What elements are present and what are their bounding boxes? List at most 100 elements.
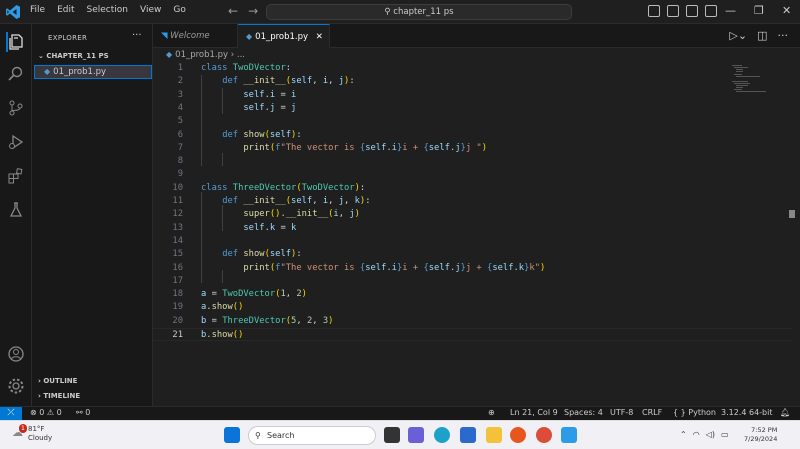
problems-indicator[interactable]: ⊗ 0 ⚠ 0	[30, 408, 62, 417]
file-explorer-icon[interactable]	[486, 427, 502, 443]
wifi-icon[interactable]: ◠	[693, 430, 700, 439]
folder-chapter-11[interactable]: ⌄ CHAPTER_11 PS	[38, 52, 109, 60]
settings-gear-icon[interactable]	[6, 376, 26, 396]
testing-icon[interactable]	[6, 200, 26, 220]
line-number: 10	[172, 182, 183, 193]
line-number: 13	[172, 222, 183, 233]
ports-indicator[interactable]: ⚯ 0	[76, 408, 90, 417]
task-view-icon[interactable]	[384, 427, 400, 443]
more-actions-icon[interactable]: ···	[132, 30, 142, 41]
line-number: 8	[177, 156, 183, 167]
outline-section[interactable]: › OUTLINE	[38, 377, 77, 385]
code-line[interactable]: 9	[153, 168, 793, 181]
code-line[interactable]: 17	[153, 275, 793, 288]
code-editor[interactable]: 1 class TwoDVector: 2 def __init__(self, i…	[153, 62, 793, 406]
code-line[interactable]: 7 print(f"The vector is {self.i}i + {sel…	[153, 142, 793, 155]
timeline-label: TIMELINE	[43, 392, 81, 400]
close-tab-icon[interactable]: ✕	[316, 32, 323, 42]
toggle-secondary-sidebar-icon[interactable]	[686, 5, 698, 17]
microsoft-store-icon[interactable]	[460, 427, 476, 443]
source-control-icon[interactable]	[6, 98, 26, 118]
split-editor-icon[interactable]: ◫	[757, 29, 767, 42]
menu-selection[interactable]: Selection	[87, 5, 128, 15]
customize-layout-icon[interactable]	[705, 5, 717, 17]
code-line[interactable]: 6 def show(self):	[153, 129, 793, 142]
extensions-icon[interactable]	[6, 166, 26, 186]
chevron-up-icon[interactable]: ⌃	[680, 430, 687, 439]
chat-app-icon[interactable]	[408, 427, 424, 443]
search-view-icon[interactable]	[6, 64, 26, 84]
edge-browser-icon[interactable]	[434, 427, 450, 443]
breadcrumb-file[interactable]: 01_prob1.py	[175, 50, 228, 60]
menu-bar: File Edit Selection View Go	[30, 5, 186, 15]
code-line[interactable]: 13 self.k = k	[153, 222, 793, 235]
line-number: 15	[172, 249, 183, 260]
file-item-01-prob1[interactable]: ◆ 01_prob1.py	[34, 65, 152, 79]
back-arrow-icon[interactable]: ←	[228, 4, 238, 18]
menu-view[interactable]: View	[140, 5, 161, 15]
code-line[interactable]: 14	[153, 235, 793, 248]
code-line[interactable]: 5	[153, 115, 793, 128]
menu-edit[interactable]: Edit	[57, 5, 74, 15]
scrollbar-thumb[interactable]	[789, 210, 795, 218]
python-interpreter[interactable]: 3.12.4 64-bit	[721, 408, 773, 417]
code-line[interactable]: 8	[153, 155, 793, 168]
account-icon[interactable]	[6, 344, 26, 364]
menu-file[interactable]: File	[30, 5, 45, 15]
notifications-bell-icon[interactable]: 🔔︎	[780, 408, 790, 417]
toggle-sidebar-icon[interactable]	[648, 5, 660, 17]
code-line[interactable]: 21 b.show()	[153, 328, 793, 341]
command-center-search[interactable]: ⚲ chapter_11 ps	[266, 4, 572, 20]
code-line[interactable]: 4 self.j = j	[153, 102, 793, 115]
more-actions-icon[interactable]: ···	[778, 29, 789, 42]
windows-start-icon[interactable]	[224, 427, 240, 443]
minimap[interactable]	[730, 64, 770, 94]
firefox-icon[interactable]	[510, 427, 526, 443]
restore-button[interactable]: ❐	[754, 4, 764, 17]
taskbar-search[interactable]: ⚲ Search	[248, 426, 376, 445]
tab-welcome[interactable]: ◥ Welcome	[153, 24, 238, 48]
code-line[interactable]: 10 class ThreeDVector(TwoDVector):	[153, 182, 793, 195]
code-line[interactable]: 15 def show(self):	[153, 248, 793, 261]
remote-indicator-icon[interactable]: ⤫	[0, 407, 22, 421]
tab-01-prob1[interactable]: ◆ 01_prob1.py ✕	[238, 24, 330, 48]
code-line[interactable]: 3 self.i = i	[153, 89, 793, 102]
forward-arrow-icon[interactable]: →	[248, 4, 258, 18]
toggle-panel-icon[interactable]	[667, 5, 679, 17]
zoom-icon[interactable]: ⊕	[488, 408, 495, 417]
code-line[interactable]: 20 b = ThreeDVector(5, 2, 3)	[153, 315, 793, 328]
cursor-position[interactable]: Ln 21, Col 9	[510, 408, 558, 417]
code-line[interactable]: 2 def __init__(self, i, j):	[153, 75, 793, 88]
minimize-button[interactable]: —	[725, 4, 736, 17]
battery-icon[interactable]: ▭	[721, 430, 729, 439]
chrome-icon[interactable]	[536, 427, 552, 443]
outline-label: OUTLINE	[43, 377, 78, 385]
language-mode[interactable]: { } Python	[673, 408, 716, 417]
run-python-icon[interactable]: ▷⌄	[729, 29, 747, 42]
indentation[interactable]: Spaces: 4	[564, 408, 603, 417]
end-of-line[interactable]: CRLF	[642, 408, 662, 417]
menu-go[interactable]: Go	[173, 5, 185, 15]
clock[interactable]: 7:52 PM 7/29/2024	[744, 426, 777, 444]
run-debug-icon[interactable]	[6, 132, 26, 152]
breadcrumb-separator: ›	[230, 50, 235, 60]
code-line[interactable]: 16 print(f"The vector is {self.i}i + {se…	[153, 262, 793, 275]
search-label: chapter_11 ps	[393, 7, 454, 17]
code-text: print(f"The vector is {self.i}i + {self.…	[243, 262, 546, 273]
editor-tabs: ◥ Welcome ◆ 01_prob1.py ✕ ▷⌄ ◫ ···	[153, 24, 800, 48]
tab-label: 01_prob1.py	[255, 32, 309, 42]
close-window-button[interactable]: ✕	[782, 4, 791, 17]
code-line[interactable]: 19 a.show()	[153, 301, 793, 314]
folder-label: CHAPTER_11 PS	[46, 52, 109, 60]
volume-icon[interactable]: ◁)	[706, 430, 715, 439]
timeline-section[interactable]: › TIMELINE	[38, 392, 80, 400]
code-line[interactable]: 1 class TwoDVector:	[153, 62, 793, 75]
code-line[interactable]: 18 a = TwoDVector(1, 2)	[153, 288, 793, 301]
breadcrumb-symbol[interactable]: ...	[237, 50, 245, 60]
weather-widget[interactable]: ☁ 1 81°F Cloudy	[12, 424, 52, 443]
explorer-icon[interactable]	[6, 32, 26, 52]
code-line[interactable]: 11 def __init__(self, i, j, k):	[153, 195, 793, 208]
encoding[interactable]: UTF-8	[610, 408, 633, 417]
code-line[interactable]: 12 super().__init__(i, j)	[153, 208, 793, 221]
vscode-taskbar-icon[interactable]	[561, 427, 577, 443]
